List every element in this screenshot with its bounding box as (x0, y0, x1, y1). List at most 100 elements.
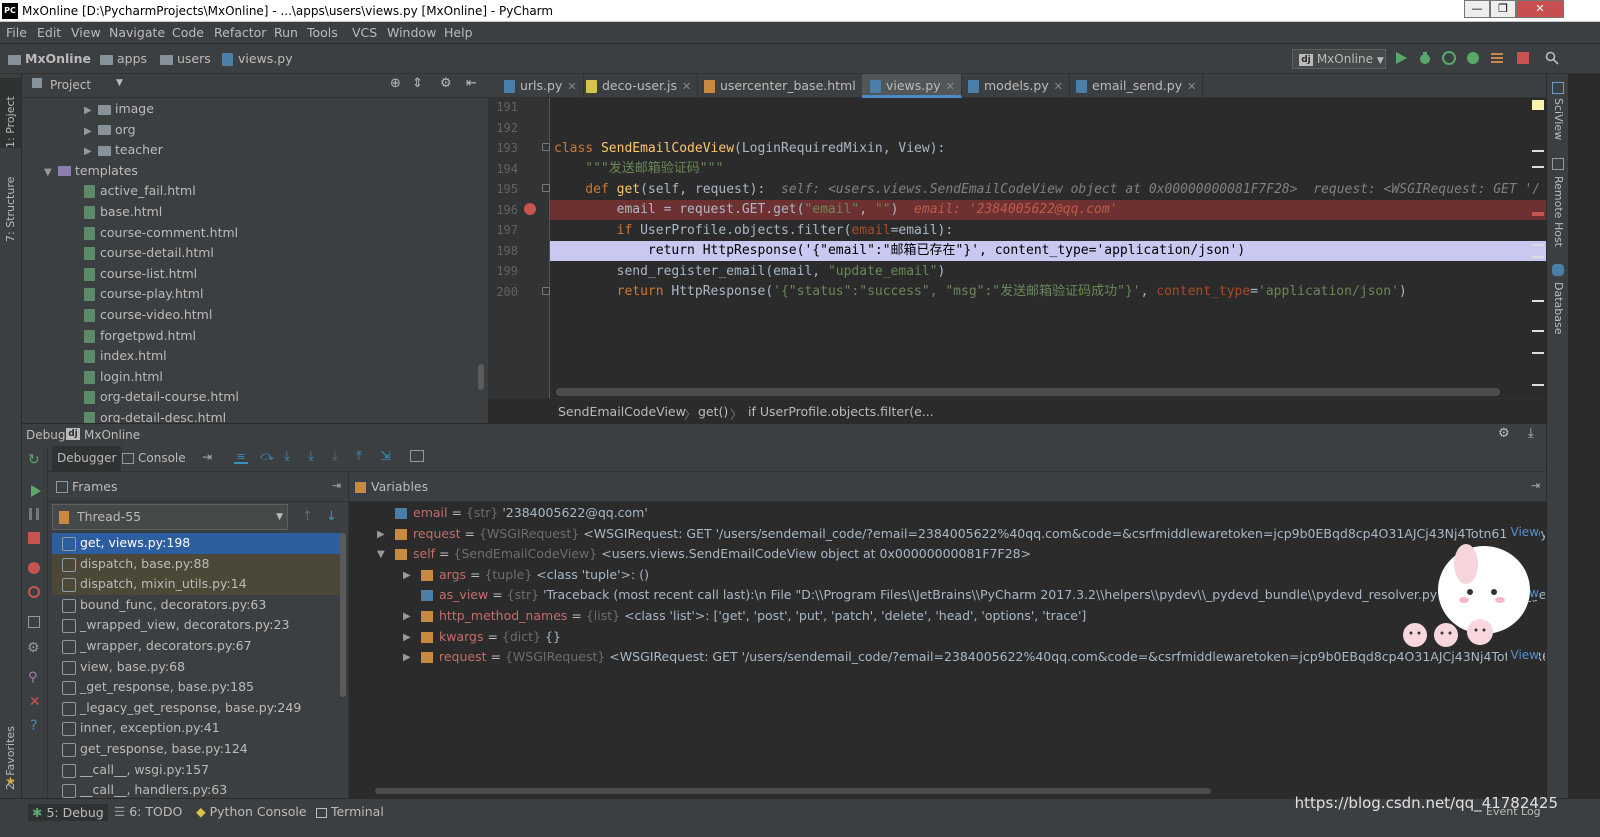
frames-scrollbar[interactable] (340, 533, 346, 697)
previous-frame-icon[interactable]: ↑ (302, 509, 313, 524)
run-to-cursor-icon[interactable]: ⇲ (380, 449, 391, 464)
frame-row[interactable]: __call__, wsgi.py:157 (52, 760, 344, 781)
tree-file[interactable]: course-list.html (22, 264, 488, 285)
menu-code[interactable]: Code (172, 25, 204, 40)
thread-select[interactable]: Thread-55 ▼ (52, 504, 288, 530)
nav-crumb-file[interactable]: views.py (222, 51, 293, 66)
menu-tools[interactable]: Tools (307, 25, 338, 40)
variable-row[interactable]: self = {SendEmailCodeView} <users.views.… (395, 544, 1031, 565)
tab-urls-py[interactable]: urls.py ✕ (496, 74, 584, 98)
chevron-down-icon[interactable]: ▼ (116, 78, 123, 88)
restore-layout-icon[interactable]: ⇥ (202, 450, 212, 464)
variable-row[interactable]: kwargs = {dict} {} (421, 627, 561, 648)
tree-file[interactable]: course-detail.html (22, 243, 488, 264)
gear-icon[interactable]: ⚙ (1498, 426, 1510, 441)
step-over-icon[interactable]: ⤼ (260, 449, 274, 464)
editor-gutter[interactable]: 191 192 193 194 195 196 197 198 199 200 (488, 98, 550, 398)
restore-layout-icon[interactable]: ⇥ (332, 479, 341, 492)
tab-console[interactable]: Console (118, 446, 190, 471)
collapse-icon[interactable]: ⇕ (412, 76, 423, 91)
frame-row[interactable]: bound_func, decorators.py:63 (52, 595, 344, 616)
close-tab-icon[interactable]: ✕ (946, 80, 955, 93)
force-step-into-icon[interactable]: ⤓ (332, 449, 338, 464)
tab-usercenter-base-html[interactable]: usercenter_base.html✕ (696, 74, 877, 98)
menu-refactor[interactable]: Refactor (214, 25, 266, 40)
menu-file[interactable]: File (6, 25, 27, 40)
tool-window-sciview[interactable]: SciView (1552, 98, 1565, 140)
gear-icon[interactable]: ⚙ (27, 640, 40, 656)
frame-row[interactable]: __call__, handlers.py:63 (52, 780, 344, 798)
collapsed-arrow-icon[interactable]: ▶ (377, 529, 385, 540)
menu-edit[interactable]: Edit (37, 25, 61, 40)
variable-row[interactable]: request = {WSGIRequest} <WSGIRequest: GE… (421, 647, 1545, 668)
tool-window-database[interactable]: Database (1552, 282, 1565, 335)
step-out-icon[interactable]: ⤒ (356, 449, 362, 464)
stop-icon[interactable] (1516, 51, 1530, 65)
minimize-button[interactable]: — (1464, 0, 1490, 18)
breadcrumb-class[interactable]: SendEmailCodeView (558, 404, 686, 419)
collapsed-arrow-icon[interactable]: ▶ (403, 611, 411, 622)
tool-window-structure[interactable]: 7: Structure (4, 177, 17, 242)
tree-file[interactable]: index.html (22, 346, 488, 367)
view-breakpoints-icon[interactable] (28, 562, 40, 574)
frame-row[interactable]: dispatch, base.py:88 (52, 553, 344, 575)
view-value-link[interactable]: View (1506, 524, 1539, 539)
search-icon[interactable] (1545, 51, 1559, 65)
tree-file[interactable]: active_fail.html (22, 181, 488, 202)
next-frame-icon[interactable]: ↓ (326, 509, 337, 524)
frame-row[interactable]: get, views.py:198 (52, 533, 344, 554)
tree-file[interactable]: org-detail-course.html (22, 387, 488, 408)
variables-horizontal-scrollbar[interactable] (375, 788, 1211, 794)
concurrency-icon[interactable] (1490, 51, 1504, 65)
frame-row[interactable]: _get_response, base.py:185 (52, 677, 344, 698)
tree-folder[interactable]: ▶ teacher (22, 140, 488, 161)
tree-folder[interactable]: ▶ org (22, 120, 488, 141)
menu-run[interactable]: Run (274, 25, 298, 40)
tool-window-debug[interactable]: ✱ 5: Debug (28, 804, 108, 821)
tree-file[interactable]: course-video.html (22, 305, 488, 326)
show-execution-point-icon[interactable]: ≡ (234, 450, 248, 464)
maximize-button[interactable]: ❐ (1490, 0, 1516, 18)
hide-panel-icon[interactable]: ⇤ (466, 76, 477, 91)
frame-row[interactable]: get_response, base.py:124 (52, 739, 344, 760)
run-icon[interactable] (1394, 51, 1408, 65)
tab-debugger[interactable]: Debugger (52, 446, 122, 471)
menu-vcs[interactable]: VCS (352, 25, 377, 40)
tab-models-py[interactable]: models.py ✕ (960, 74, 1070, 98)
tree-file[interactable]: login.html (22, 367, 488, 388)
fold-icon[interactable] (542, 184, 550, 192)
tab-views-py[interactable]: views.py ✕ (862, 74, 962, 98)
frame-row[interactable]: _wrapped_view, decorators.py:23 (52, 615, 344, 636)
tool-window-terminal[interactable]: Terminal (316, 804, 384, 819)
frame-row[interactable]: _legacy_get_response, base.py:249 (52, 698, 344, 719)
tree-file[interactable]: org-detail-desc.html (22, 408, 488, 423)
close-tab-icon[interactable]: ✕ (1187, 80, 1196, 93)
close-window-button[interactable]: ✕ (1516, 0, 1564, 18)
debug-icon[interactable] (1418, 51, 1432, 65)
nav-crumb-project[interactable]: MxOnline (8, 51, 91, 66)
collapsed-arrow-icon[interactable]: ▶ (403, 632, 411, 643)
close-tab-icon[interactable]: ✕ (1054, 80, 1063, 93)
breadcrumb-statement[interactable]: if UserProfile.objects.filter(e... (748, 404, 934, 419)
collapsed-arrow-icon[interactable]: ▶ (84, 142, 98, 162)
breakpoint-icon[interactable] (524, 203, 536, 215)
hide-panel-icon[interactable]: ⤓ (1528, 426, 1534, 441)
breadcrumb-method[interactable]: get() (698, 404, 728, 419)
tree-file[interactable]: course-comment.html (22, 223, 488, 244)
tab-email-send-py[interactable]: email_send.py ✕ (1068, 74, 1204, 98)
nav-crumb-apps[interactable]: apps (100, 51, 147, 66)
menu-window[interactable]: Window (387, 25, 436, 40)
profile-icon[interactable] (1466, 51, 1480, 65)
restore-layout-icon[interactable]: ⇥ (1531, 479, 1540, 492)
frame-row[interactable]: view, base.py:68 (52, 657, 344, 678)
pause-icon[interactable] (29, 508, 39, 520)
editor-horizontal-scrollbar[interactable] (556, 388, 1500, 396)
variable-row[interactable]: http_method_names = {list} <class 'list'… (421, 606, 1086, 627)
tree-folder[interactable]: ▶ image (22, 99, 488, 120)
get-thread-dump-icon[interactable] (28, 616, 40, 628)
fold-icon[interactable] (542, 143, 550, 151)
debug-config-label[interactable]: MxOnline (84, 428, 140, 442)
mute-breakpoints-icon[interactable] (28, 586, 40, 598)
pin-icon[interactable]: ⚲ (28, 670, 38, 685)
project-panel-title[interactable]: Project (50, 78, 91, 92)
